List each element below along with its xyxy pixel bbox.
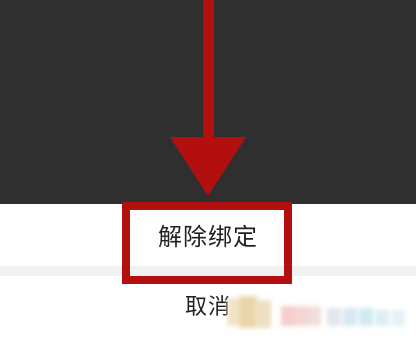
action-sheet-divider: [0, 266, 416, 276]
cancel-button[interactable]: 取消: [0, 294, 416, 322]
unbind-button[interactable]: 解除绑定: [0, 222, 416, 252]
dimmed-background-overlay[interactable]: [0, 0, 416, 204]
